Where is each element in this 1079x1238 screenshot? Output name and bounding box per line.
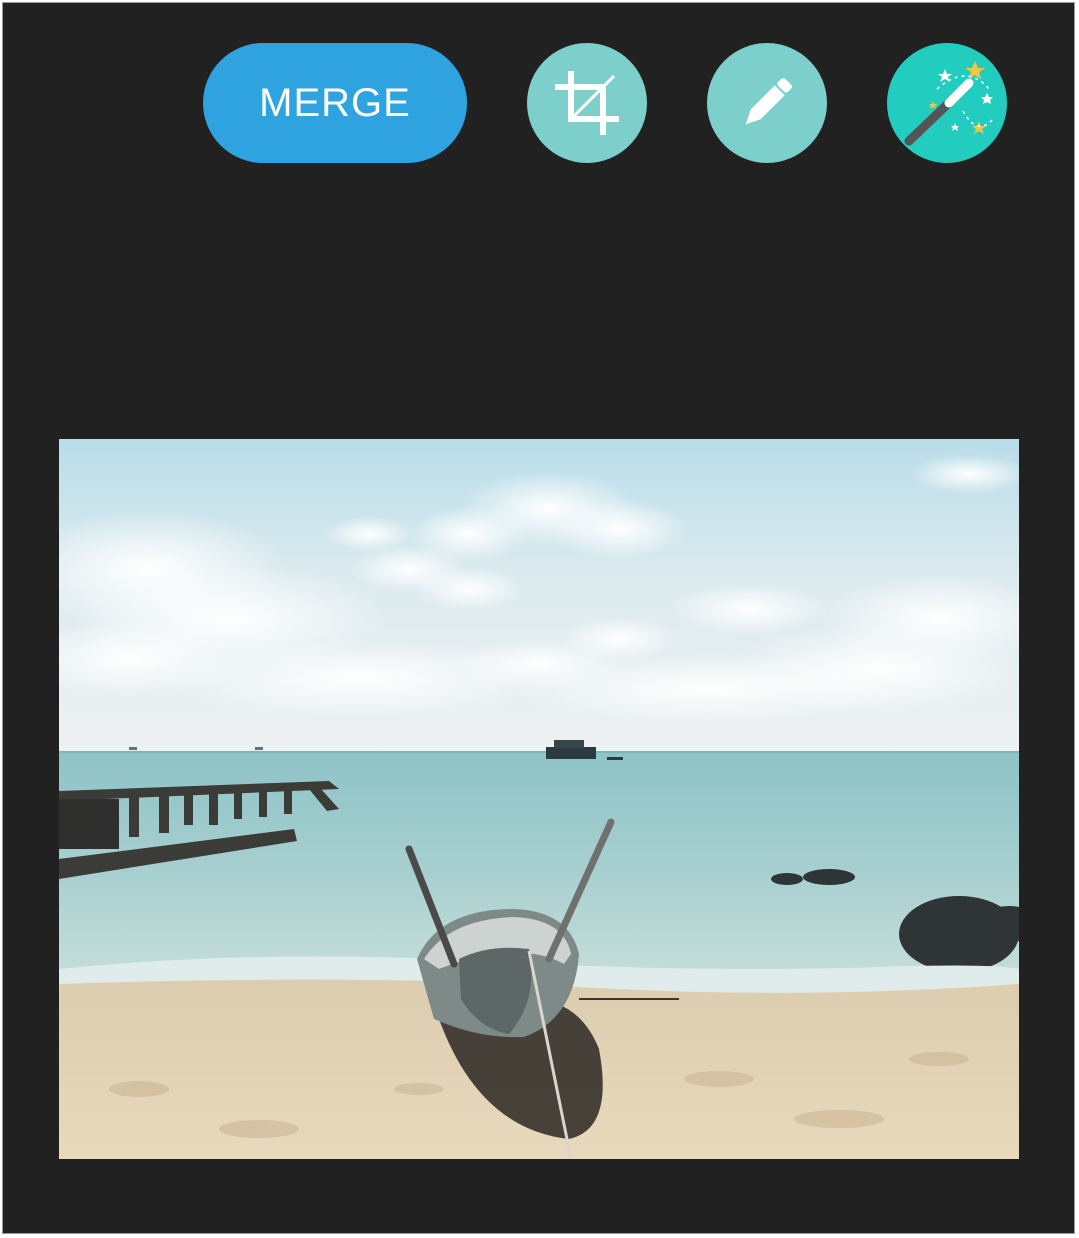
magic-wand-icon: [897, 53, 997, 153]
edit-button[interactable]: [707, 43, 827, 163]
editor-canvas: MERGE: [2, 2, 1075, 1234]
pencil-icon: [735, 71, 799, 135]
merge-button-label: MERGE: [259, 80, 411, 125]
magic-button[interactable]: [887, 43, 1007, 163]
merge-button[interactable]: MERGE: [203, 43, 467, 163]
beach-boat-photo: [59, 439, 1019, 1159]
crop-button[interactable]: [527, 43, 647, 163]
crop-icon: [555, 71, 619, 135]
